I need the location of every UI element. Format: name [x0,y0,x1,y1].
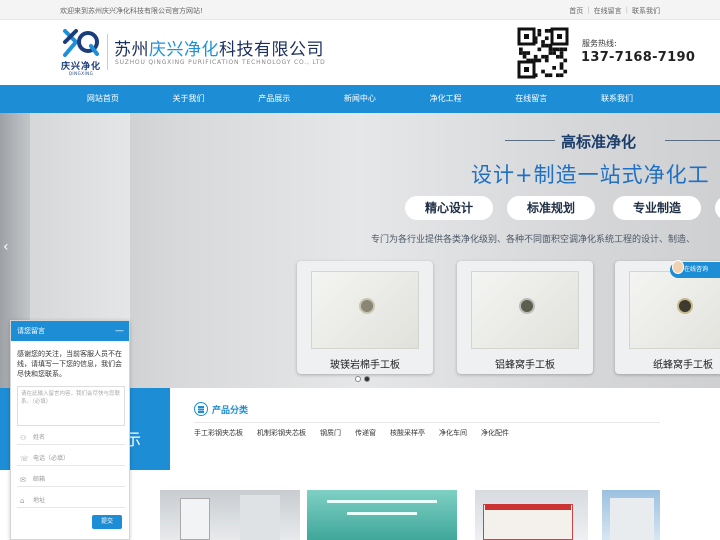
company-name-prefix: 苏州 [114,40,149,60]
banner-product-card[interactable]: 玻镁岩棉手工板 [297,261,433,374]
site-logo[interactable]: 庆兴净化 QINGXING [58,28,104,76]
nav-about[interactable]: 关于我们 [146,85,232,113]
banner-subtitle: 设计+制造一站式净化工 [471,163,710,187]
nav-home[interactable]: 网站首页 [60,85,146,113]
thumb-light [327,500,437,503]
separator: | [625,6,628,14]
divider [107,34,108,70]
product-label: 铝蜂窝手工板 [495,360,555,371]
banner-tag: 标准规划 [507,196,595,220]
online-consult-button[interactable]: 在线咨询 [670,260,720,278]
avatar [672,260,684,274]
address-field[interactable]: ⌂ 地址 [17,494,125,508]
phone-icon: ☏ [20,455,29,463]
thumb-booth-stripe [485,504,571,510]
submit-button[interactable]: 提交 [92,515,122,529]
thumb-light [347,512,417,515]
banner-tag: 精心设计 [405,196,493,220]
online-consult-label: 在线咨询 [684,266,709,273]
top-links: 首页 | 在线留言 | 联系我们 [569,6,660,16]
welcome-text: 欢迎来到苏州庆兴净化科技有限公司官方网站! [60,7,203,15]
category-list: 手工彩钢夹芯板 机制彩钢夹芯板 钢质门 传递窗 核酸采样亭 净化车间 净化配件 [194,428,509,438]
minimize-icon[interactable]: — [115,321,124,341]
thumb-wall [240,495,280,540]
company-name-highlight: 庆兴净化 [149,40,219,60]
category-item[interactable]: 核酸采样亭 [390,428,425,438]
project-thumbnail[interactable] [160,490,300,540]
category-heading: 产品分类 [212,406,249,416]
slider-dot[interactable] [355,376,361,382]
product-panel-image [629,271,720,349]
panel-hole [519,298,535,314]
banner-product-card[interactable]: 铝蜂窝手工板 [457,261,593,374]
thumb-door [180,498,210,540]
phone-field-placeholder: 电话（必填） [33,455,70,462]
product-category-panel: 产品分类 手工彩钢夹芯板 机制彩钢夹芯板 钢质门 传递窗 核酸采样亭 净化车间 … [170,388,660,470]
project-thumbnail[interactable] [602,490,660,540]
product-label: 玻镁岩棉手工板 [330,360,400,371]
nav-news[interactable]: 新闻中心 [317,85,403,113]
name-field-placeholder: 姓名 [33,434,46,441]
user-icon: ⚇ [20,434,27,442]
category-item[interactable]: 手工彩钢夹芯板 [194,428,243,438]
title-line-right [665,140,720,141]
product-label: 纸蜂窝手工板 [653,360,713,371]
mail-icon: ✉ [20,476,26,484]
hotline-number: 137-7168-7190 [581,50,696,65]
logo-mark-icon [63,29,99,57]
list-icon [194,402,208,416]
panel-hole [677,298,693,314]
product-panel-image [311,271,419,349]
product-panel-image [471,271,579,349]
category-item[interactable]: 传递窗 [355,428,376,438]
separator: | [587,6,590,14]
category-item[interactable]: 净化车间 [439,428,467,438]
nav-projects[interactable]: 净化工程 [403,85,489,113]
company-name: 苏州庆兴净化科技有限公司 [114,35,324,60]
company-name-en: SUZHOU QINGXING PURIFICATION TECHNOLOGY … [115,59,326,66]
phone-field[interactable]: ☏ 电话（必填） [17,452,125,466]
message-widget: 请您留言 — 感谢您的关注，当前客服人员不在线，请填写一下您的信息，我们会尽快和… [10,320,130,540]
location-icon: ⌂ [20,497,25,505]
message-intro: 感谢您的关注，当前客服人员不在线，请填写一下您的信息，我们会尽快和您联系。 [17,350,122,378]
banner-tag-partial [715,196,720,220]
top-bar: 欢迎来到苏州庆兴净化科技有限公司官方网站! 首页 | 在线留言 | 联系我们 [0,0,720,20]
site-header: 庆兴净化 QINGXING 苏州庆兴净化科技有限公司 SUZHOU QINGXI… [0,20,720,85]
company-name-suffix: 科技有限公司 [219,40,324,60]
category-item[interactable]: 钢质门 [320,428,341,438]
top-link-message[interactable]: 在线留言 [594,6,622,16]
email-field[interactable]: ✉ 邮箱 [17,473,125,487]
chevron-left-icon[interactable]: ‹ [3,239,9,255]
logo-sub: QINGXING [68,71,94,76]
message-textarea[interactable]: 请在此输入留言内容，我们会尽快与您联系。（必填） [17,386,125,426]
top-link-contact[interactable]: 联系我们 [632,6,660,16]
nav-contact[interactable]: 联系我们 [574,85,660,113]
slider-dot-active[interactable] [364,376,370,382]
email-field-placeholder: 邮箱 [33,476,46,483]
thumb-building [610,498,654,540]
nav-message[interactable]: 在线留言 [488,85,574,113]
project-thumbnail[interactable] [475,490,588,540]
divider [194,422,660,423]
banner-tag: 专业制造 [613,196,701,220]
banner-title: 高标准净化 [561,133,637,151]
qr-code-icon [517,27,569,79]
address-field-placeholder: 地址 [33,497,46,504]
project-thumbnail[interactable] [307,490,457,540]
name-field[interactable]: ⚇ 姓名 [17,431,125,445]
message-widget-title: 请您留言 [17,327,45,335]
top-link-home[interactable]: 首页 [569,6,583,16]
slider-dots [355,376,370,382]
panel-hole [359,298,375,314]
title-line-left [505,140,555,141]
category-item[interactable]: 机制彩钢夹芯板 [257,428,306,438]
hotline-label: 服务热线: [582,39,617,48]
category-item[interactable]: 净化配件 [481,428,509,438]
message-widget-header[interactable]: 请您留言 — [11,321,129,341]
nav-products[interactable]: 产品展示 [231,85,317,113]
banner-description: 专门为各行业提供各类净化级别、各种不同面积空调净化系统工程的设计、制造、 [371,235,696,245]
main-nav: 网站首页 关于我们 产品展示 新闻中心 净化工程 在线留言 联系我们 [0,85,720,113]
